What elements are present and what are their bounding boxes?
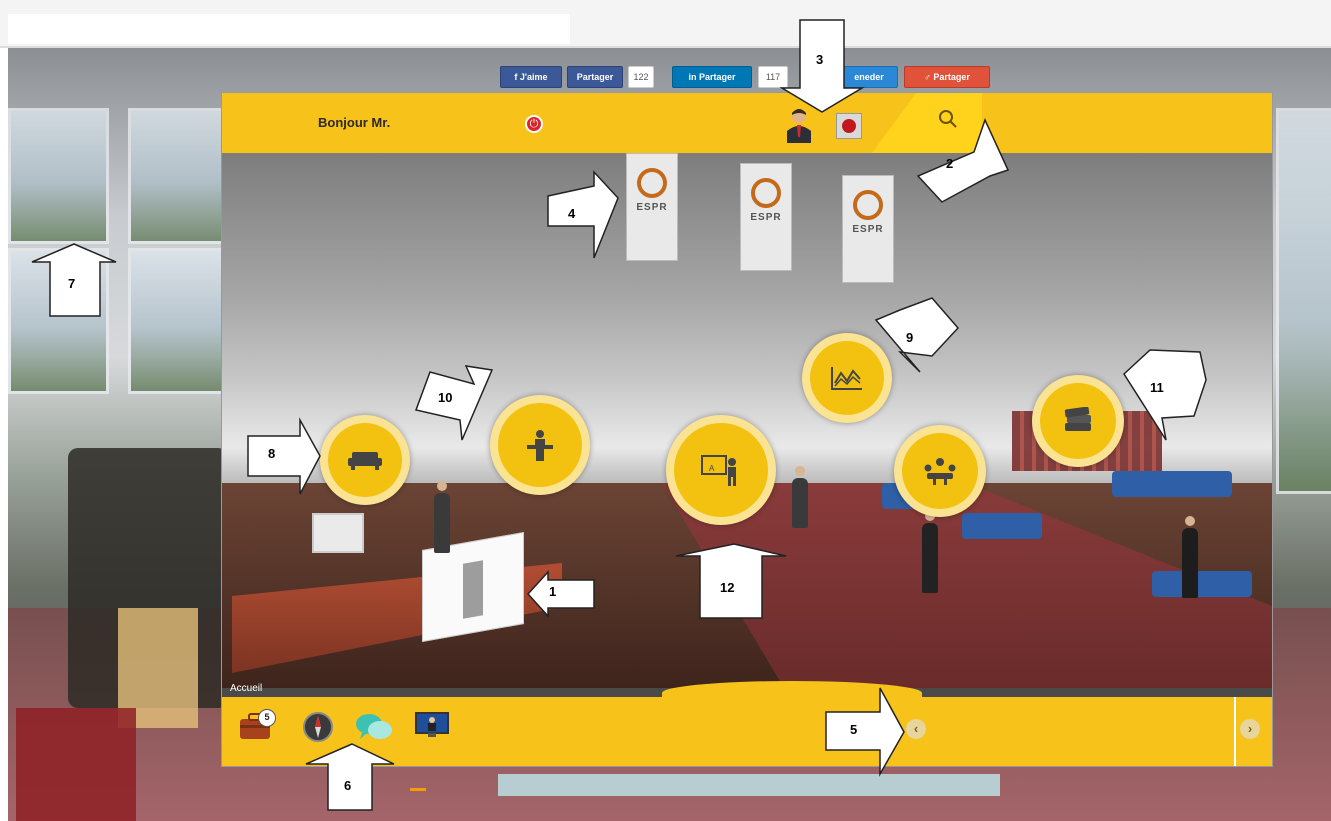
callout-label-4: 4	[568, 206, 576, 221]
callout-arrow-9	[874, 297, 960, 373]
annotation-overlay	[31, 19, 1207, 811]
callout-label-8: 8	[268, 446, 276, 461]
callout-arrow-8	[247, 417, 321, 495]
callout-arrow-10	[415, 365, 494, 441]
callout-arrow-11	[1123, 349, 1207, 441]
callout-label-3: 3	[816, 52, 824, 67]
callout-arrow-5	[825, 687, 905, 777]
callout-label-10: 10	[438, 390, 453, 405]
callout-label-11: 11	[1150, 380, 1164, 395]
callout-arrow-2	[916, 117, 1010, 203]
callout-label-9: 9	[906, 330, 914, 345]
callout-arrow-1	[526, 570, 595, 618]
callout-arrow-4	[547, 170, 619, 259]
callout-label-2: 2	[946, 156, 954, 171]
callout-label-1: 1	[549, 584, 557, 599]
callout-label-12: 12	[720, 580, 735, 595]
callout-label-7: 7	[68, 276, 76, 291]
callout-label-5: 5	[850, 722, 858, 737]
callout-arrow-6	[305, 743, 395, 811]
callout-label-6: 6	[344, 778, 352, 793]
